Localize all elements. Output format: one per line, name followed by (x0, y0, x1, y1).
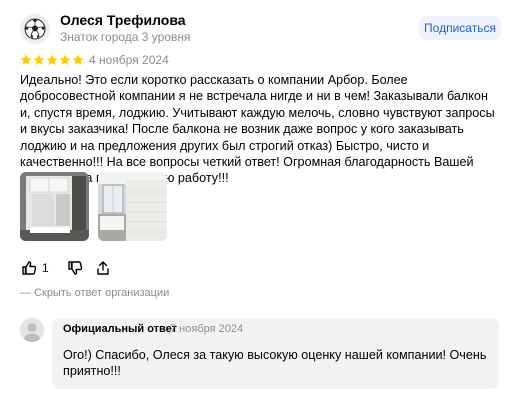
star-icon (20, 54, 32, 65)
author-avatar[interactable] (20, 14, 50, 44)
star-icon (46, 54, 58, 65)
thumbs-up-icon[interactable] (20, 259, 38, 277)
official-answer: Официальный ответ 7 ноября 2024 Ого!) Сп… (52, 318, 499, 389)
official-answer-text: Ого!) Спасибо, Олеся за такую высокую оц… (63, 348, 487, 379)
author-level: Знаток города 3 уровня (60, 30, 191, 44)
review-actions: 1 (20, 259, 112, 277)
thumbs-down-icon[interactable] (66, 259, 84, 277)
star-icon (59, 54, 71, 65)
official-answer-date: 7 ноября 2024 (170, 323, 244, 335)
soccer-ball-icon (24, 18, 46, 40)
review-text: Идеально! Это если коротко рассказать о … (20, 73, 495, 186)
balcony-photo-2[interactable] (98, 172, 167, 241)
review-date: 4 ноября 2024 (89, 53, 169, 67)
review-photos (20, 172, 167, 241)
official-answer-label: Официальный ответ (63, 323, 178, 335)
like-count: 1 (42, 261, 49, 275)
subscribe-button[interactable]: Подписаться (419, 16, 501, 40)
star-icon (72, 54, 84, 65)
share-icon[interactable] (94, 259, 112, 277)
rating-stars (20, 54, 84, 66)
organization-avatar (20, 318, 44, 342)
author-name[interactable]: Олеся Трефилова (60, 12, 186, 28)
star-icon (33, 54, 45, 65)
balcony-photo-1[interactable] (20, 172, 89, 241)
hide-answer-toggle[interactable]: — Скрыть ответ организации (20, 287, 169, 299)
